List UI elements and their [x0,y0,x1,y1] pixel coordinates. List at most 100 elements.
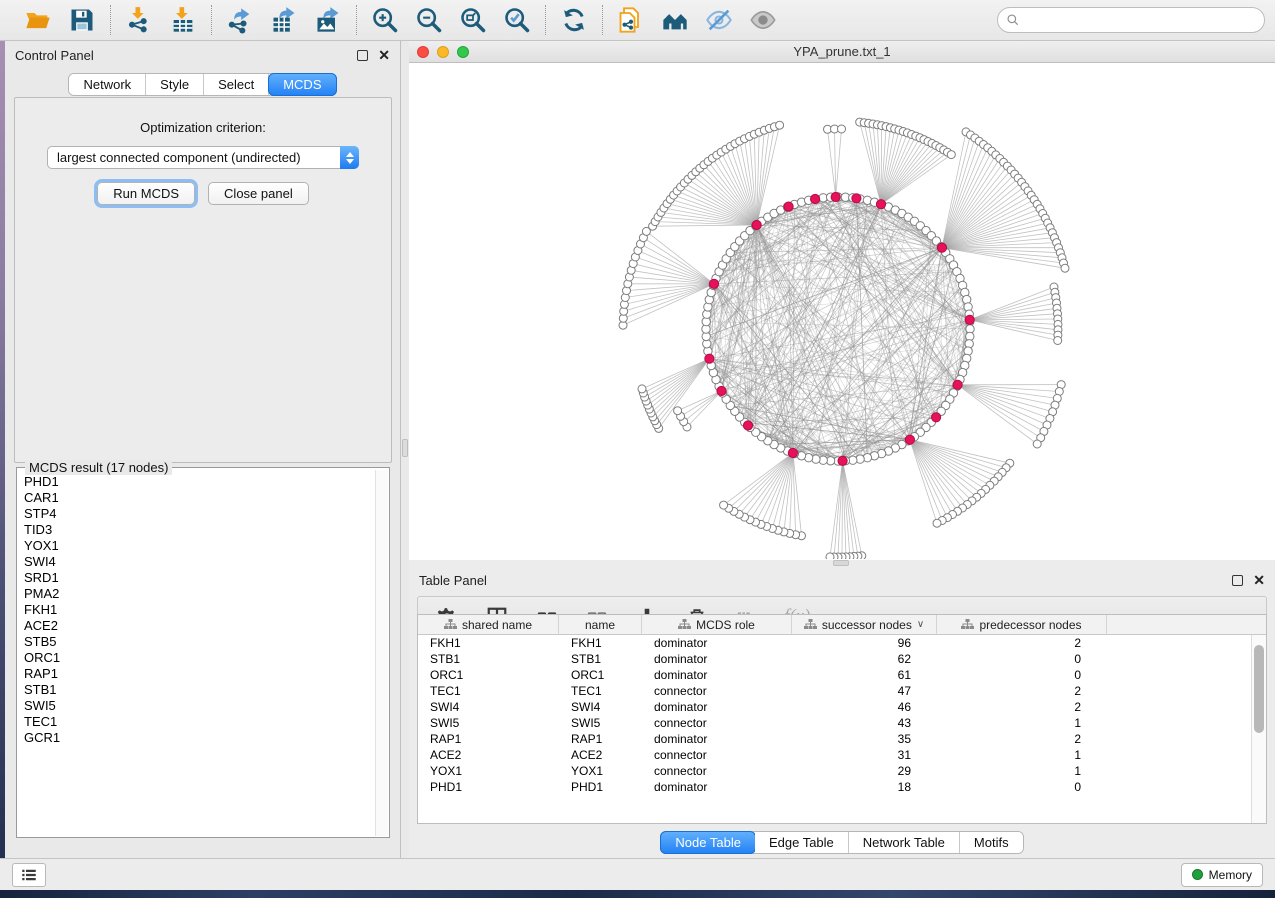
tab-network[interactable]: Network [69,74,146,95]
table-row[interactable]: TEC1TEC1connector472 [418,683,1251,699]
network-view-title: YPA_prune.txt_1 [409,44,1275,59]
table-row[interactable]: ORC1ORC1dominator610 [418,667,1251,683]
mcds-result-item[interactable]: STP4 [18,506,375,522]
table-cell: SWI5 [418,715,559,731]
table-cell: STB1 [418,651,559,667]
close-panel-icon[interactable]: ✕ [378,48,390,62]
zoom-selected-icon[interactable] [502,5,532,35]
table-cell: SWI5 [559,715,642,731]
mcds-result-item[interactable]: ORC1 [18,650,375,666]
vertical-splitter[interactable] [401,41,409,858]
mcds-result-item[interactable]: CAR1 [18,490,375,506]
table-cell: TEC1 [418,683,559,699]
refresh-icon[interactable] [559,5,589,35]
zoom-in-icon[interactable] [370,5,400,35]
control-panel-title: Control Panel [15,48,94,63]
tab-mcds[interactable]: MCDS [268,73,336,96]
search-input[interactable] [1026,13,1256,28]
mcds-result-item[interactable]: ACE2 [18,618,375,634]
column-header-MCDS-role[interactable]: MCDS role [642,615,792,634]
table-cell: 2 [937,683,1107,699]
mcds-result-item[interactable]: SWI4 [18,554,375,570]
table-row[interactable]: ACE2ACE2connector311 [418,747,1251,763]
export-image-icon[interactable] [313,5,343,35]
mcds-result-item[interactable]: RAP1 [18,666,375,682]
tab-edge-table[interactable]: Edge Table [755,832,849,853]
mcds-result-item[interactable]: PHD1 [18,474,375,490]
table-cell: FKH1 [418,635,559,651]
open-session-icon[interactable] [23,5,53,35]
column-header-successor-nodes[interactable]: successor nodes∨ [792,615,937,634]
table-row[interactable]: YOX1YOX1connector291 [418,763,1251,779]
table-row[interactable]: STB1STB1dominator620 [418,651,1251,667]
table-row[interactable]: SWI5SWI5connector431 [418,715,1251,731]
mcds-result-item[interactable]: SRD1 [18,570,375,586]
table-cell: connector [642,715,792,731]
hierarchy-icon [444,619,457,630]
table-cell: TEC1 [559,683,642,699]
table-row[interactable]: SWI4SWI4dominator462 [418,699,1251,715]
duplicate-network-icon[interactable] [616,5,646,35]
table-cell: connector [642,763,792,779]
table-cell: 2 [937,699,1107,715]
import-network-icon[interactable] [124,5,154,35]
table-cell: YOX1 [418,763,559,779]
tab-select[interactable]: Select [204,74,269,95]
memory-status-icon [1192,869,1203,880]
mcds-result-item[interactable]: TEC1 [18,714,375,730]
mcds-result-item[interactable]: TID3 [18,522,375,538]
column-header-name[interactable]: name [559,615,642,634]
hide-selected-icon[interactable] [704,5,734,35]
float-panel-icon[interactable] [357,50,368,61]
scrollbar-thumb[interactable] [1254,645,1264,733]
node-table: shared namenameMCDS rolesuccessor nodes∨… [417,614,1267,824]
float-panel-icon[interactable] [1232,575,1243,586]
optimization-criterion-select[interactable]: largest connected component (undirected) [47,146,359,169]
first-neighbors-icon[interactable] [660,5,690,35]
table-row[interactable]: FKH1FKH1dominator962 [418,635,1251,651]
table-cell: 2 [937,731,1107,747]
close-panel-button[interactable]: Close panel [208,182,309,205]
tab-motifs[interactable]: Motifs [960,832,1023,853]
table-row[interactable]: PHD1PHD1dominator180 [418,779,1251,795]
mcds-result-item[interactable]: SWI5 [18,698,375,714]
memory-label: Memory [1209,868,1252,882]
table-row[interactable]: RAP1RAP1dominator352 [418,731,1251,747]
table-cell: SWI4 [559,699,642,715]
table-panel: Table Panel ✕ f(x) shared namenameMC [409,566,1275,858]
optimization-criterion-label: Optimization criterion: [15,120,391,135]
status-bar: Memory [0,858,1275,890]
mcds-result-list[interactable]: PHD1CAR1STP4TID3YOX1SWI4SRD1PMA2FKH1ACE2… [18,474,375,836]
save-session-icon[interactable] [67,5,97,35]
show-all-icon[interactable] [748,5,778,35]
mcds-result-item[interactable]: STB1 [18,682,375,698]
tab-style[interactable]: Style [146,74,204,95]
tab-node-table[interactable]: Node Table [660,831,756,854]
export-network-icon[interactable] [225,5,255,35]
mcds-list-scrollbar[interactable] [375,470,388,836]
mcds-result-item[interactable]: YOX1 [18,538,375,554]
desktop-wallpaper-bottom [0,890,1275,898]
column-header-predecessor-nodes[interactable]: predecessor nodes [937,615,1107,634]
search-box[interactable] [997,7,1265,33]
table-cell: 47 [792,683,937,699]
mcds-result-item[interactable]: PMA2 [18,586,375,602]
task-history-button[interactable] [12,863,46,887]
memory-button[interactable]: Memory [1181,863,1263,887]
table-cell: 43 [792,715,937,731]
zoom-fit-icon[interactable] [458,5,488,35]
table-scrollbar[interactable] [1251,635,1266,823]
export-table-icon[interactable] [269,5,299,35]
close-panel-icon[interactable]: ✕ [1253,573,1265,587]
network-graph-canvas[interactable] [409,63,1275,559]
tab-network-table[interactable]: Network Table [849,832,960,853]
hierarchy-icon [961,619,974,630]
column-header-shared-name[interactable]: shared name [418,615,559,634]
splitter-grip[interactable] [402,439,408,457]
run-mcds-button[interactable]: Run MCDS [97,182,195,205]
mcds-result-item[interactable]: STB5 [18,634,375,650]
mcds-result-item[interactable]: GCR1 [18,730,375,746]
mcds-result-item[interactable]: FKH1 [18,602,375,618]
zoom-out-icon[interactable] [414,5,444,35]
import-table-icon[interactable] [168,5,198,35]
